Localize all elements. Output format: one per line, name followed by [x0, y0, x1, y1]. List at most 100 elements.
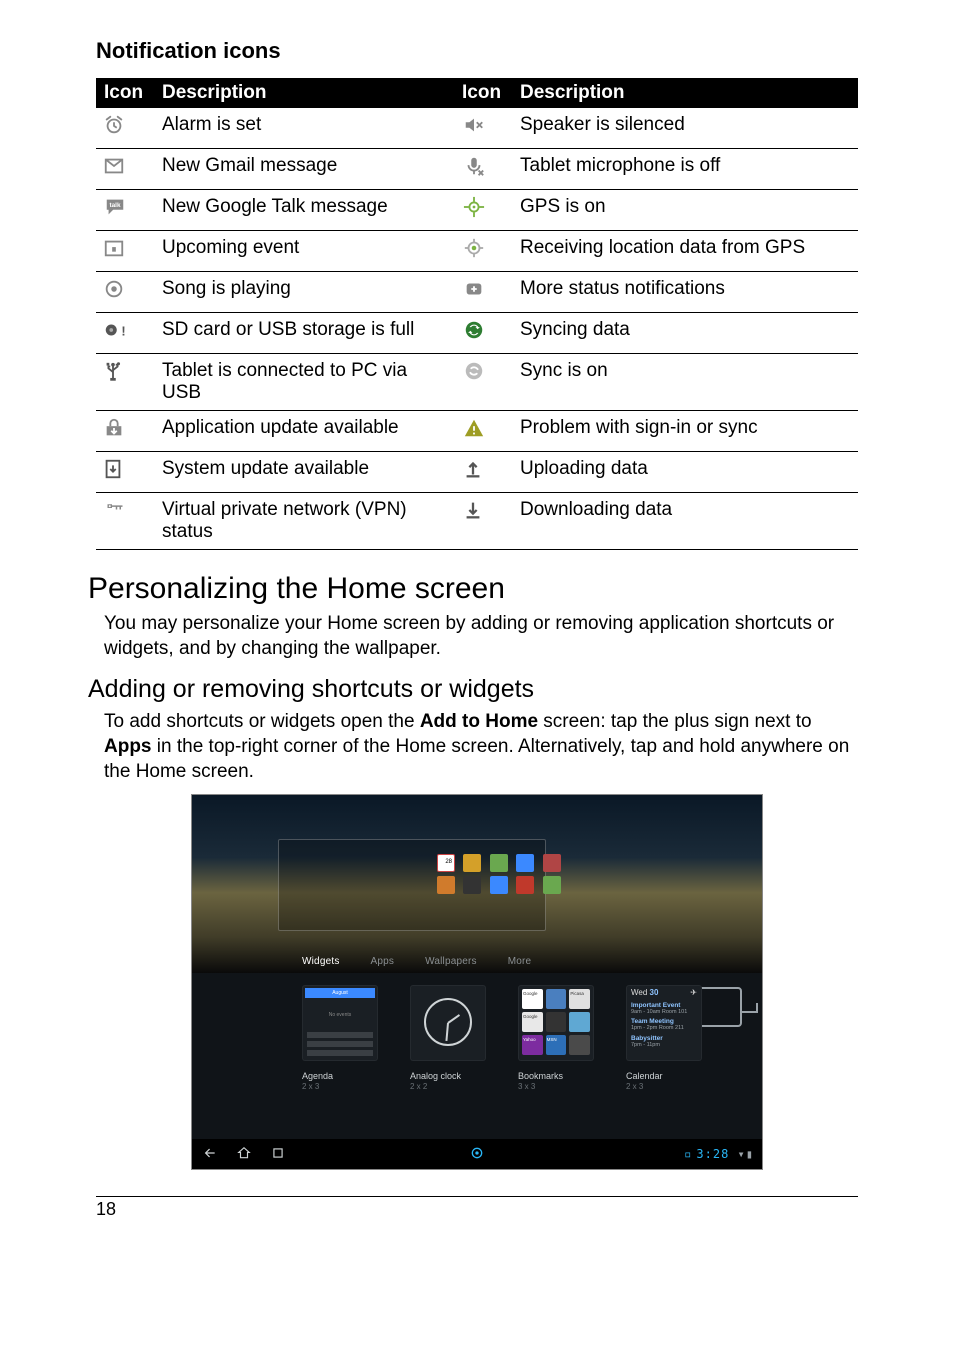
calendar-event: Important Event9am - 10am Room 101 — [631, 1002, 697, 1015]
table-row: Upcoming event Receiving location data f… — [96, 231, 858, 272]
desc-cell: Receiving location data from GPS — [512, 231, 858, 272]
recents-icon[interactable] — [270, 1146, 286, 1163]
calendar-event-icon — [102, 237, 130, 259]
system-update-icon — [102, 458, 130, 480]
th-desc-left: Description — [154, 78, 454, 108]
bold-text: Add to Home — [420, 711, 538, 732]
warning-icon — [462, 417, 490, 439]
desc-cell: Problem with sign-in or sync — [512, 411, 858, 452]
tab-more[interactable]: More — [508, 956, 532, 967]
back-icon[interactable] — [202, 1146, 218, 1163]
desc-cell: Tablet is connected to PC via USB — [154, 354, 454, 411]
widget-label: Analog clock — [410, 1071, 461, 1081]
bookmark-tile: Yahoo — [522, 1035, 543, 1055]
th-icon-left: Icon — [96, 78, 154, 108]
bookmark-tile — [569, 1012, 590, 1032]
app-update-icon — [102, 417, 130, 439]
calendar-event: Team Meeting1pm - 2pm Room 211 — [631, 1018, 697, 1031]
table-row: System update available Uploading data — [96, 452, 858, 493]
add-to-home-screenshot: 28 Widgets Apps Wallpapers More — [191, 794, 763, 1170]
desc-cell: Song is playing — [154, 272, 454, 313]
cal-day-label: Wed — [631, 988, 647, 997]
desc-cell: Application update available — [154, 411, 454, 452]
th-icon-right: Icon — [454, 78, 512, 108]
table-row: ! SD card or USB storage is full Syncing… — [96, 313, 858, 354]
personalizing-paragraph: You may personalize your Home screen by … — [104, 612, 850, 661]
bookmark-tile: MSN — [546, 1035, 567, 1055]
sync-on-icon — [462, 360, 490, 382]
desc-cell: More status notifications — [512, 272, 858, 313]
table-row: talk New Google Talk message GPS is on — [96, 190, 858, 231]
widget-analog-clock[interactable]: Analog clock 2 x 2 — [410, 985, 494, 1091]
mic-off-icon — [462, 155, 490, 177]
adding-removing-heading: Adding or removing shortcuts or widgets — [88, 675, 858, 704]
bookmark-tile — [546, 989, 567, 1009]
usb-connected-icon — [102, 360, 130, 382]
table-row: Application update available Problem wit… — [96, 411, 858, 452]
desc-cell: Syncing data — [512, 313, 858, 354]
desc-cell: Speaker is silenced — [512, 108, 858, 149]
widget-label: Calendar — [626, 1071, 663, 1081]
gmail-icon — [102, 155, 130, 177]
desc-cell: Tablet microphone is off — [512, 149, 858, 190]
speaker-muted-icon — [462, 114, 490, 136]
more-notifications-icon — [462, 278, 490, 300]
talk-icon: talk — [102, 196, 130, 218]
desc-cell: Uploading data — [512, 452, 858, 493]
home-icon[interactable] — [236, 1146, 252, 1163]
tab-apps[interactable]: Apps — [371, 956, 395, 967]
storage-full-icon: ! — [102, 319, 130, 341]
widget-size: 3 x 3 — [518, 1082, 535, 1091]
widget-size: 2 x 2 — [410, 1082, 427, 1091]
desc-cell: Alarm is set — [154, 108, 454, 149]
cal-day-num: 30 — [650, 988, 659, 997]
system-bar: ▫3:28 ▾▮ — [192, 1139, 762, 1169]
plane-icon: ✈ — [690, 988, 697, 997]
widget-size: 2 x 3 — [626, 1082, 643, 1091]
table-row: Virtual private network (VPN) status Dow… — [96, 493, 858, 550]
desc-cell: New Google Talk message — [154, 190, 454, 231]
bookmark-tile: Google — [522, 989, 543, 1009]
widget-label: Agenda — [302, 1071, 333, 1081]
widget-agenda[interactable]: August No events Agenda 2 x 3 — [302, 985, 386, 1091]
tab-wallpapers[interactable]: Wallpapers — [425, 956, 477, 967]
add-home-tabs: Widgets Apps Wallpapers More — [302, 956, 559, 967]
calendar-event: Babysitter7pm - 11pm — [631, 1035, 697, 1048]
tab-widgets[interactable]: Widgets — [302, 956, 340, 967]
page-number: 18 — [96, 1196, 858, 1220]
syncing-icon — [462, 319, 490, 341]
text: in the top-right corner of the Home scre… — [104, 736, 849, 782]
widget-bookmarks[interactable]: Google Picasa Google YahooMSN Bookmarks 3 x… — [518, 985, 602, 1091]
desc-cell: New Gmail message — [154, 149, 454, 190]
svg-text:!: ! — [121, 324, 125, 339]
desc-cell: SD card or USB storage is full — [154, 313, 454, 354]
personalizing-heading: Personalizing the Home screen — [88, 572, 858, 606]
bookmark-tile: Google — [522, 1012, 543, 1032]
center-target-icon[interactable] — [469, 1145, 485, 1164]
bookmark-tile — [546, 1012, 567, 1032]
table-row: New Gmail message Tablet microphone is o… — [96, 149, 858, 190]
widget-size: 2 x 3 — [302, 1082, 319, 1091]
download-icon — [462, 499, 490, 521]
adding-removing-paragraph: To add shortcuts or widgets open the Add… — [104, 710, 850, 784]
widget-calendar[interactable]: Wed 30 ✈ Important Event9am - 10am Room … — [626, 985, 710, 1091]
text: screen: tap the plus sign next to — [538, 711, 812, 732]
widget-label: Bookmarks — [518, 1071, 563, 1081]
upload-icon — [462, 458, 490, 480]
desc-cell: Downloading data — [512, 493, 858, 550]
bold-text: Apps — [104, 736, 152, 757]
status-clock: ▫3:28 ▾▮ — [684, 1147, 754, 1161]
svg-text:talk: talk — [109, 202, 120, 209]
table-row: Song is playing More status notification… — [96, 272, 858, 313]
music-playing-icon — [102, 278, 130, 300]
desc-cell: Upcoming event — [154, 231, 454, 272]
vpn-icon — [102, 499, 130, 521]
alarm-icon — [102, 114, 130, 136]
table-row: Alarm is set Speaker is silenced — [96, 108, 858, 149]
bookmark-tile: Picasa — [569, 989, 590, 1009]
desc-cell: GPS is on — [512, 190, 858, 231]
desc-cell: Sync is on — [512, 354, 858, 411]
tile-date: 28 — [437, 854, 455, 872]
signal-icon: ▫ — [684, 1147, 692, 1161]
text: To add shortcuts or widgets open the — [104, 711, 420, 732]
